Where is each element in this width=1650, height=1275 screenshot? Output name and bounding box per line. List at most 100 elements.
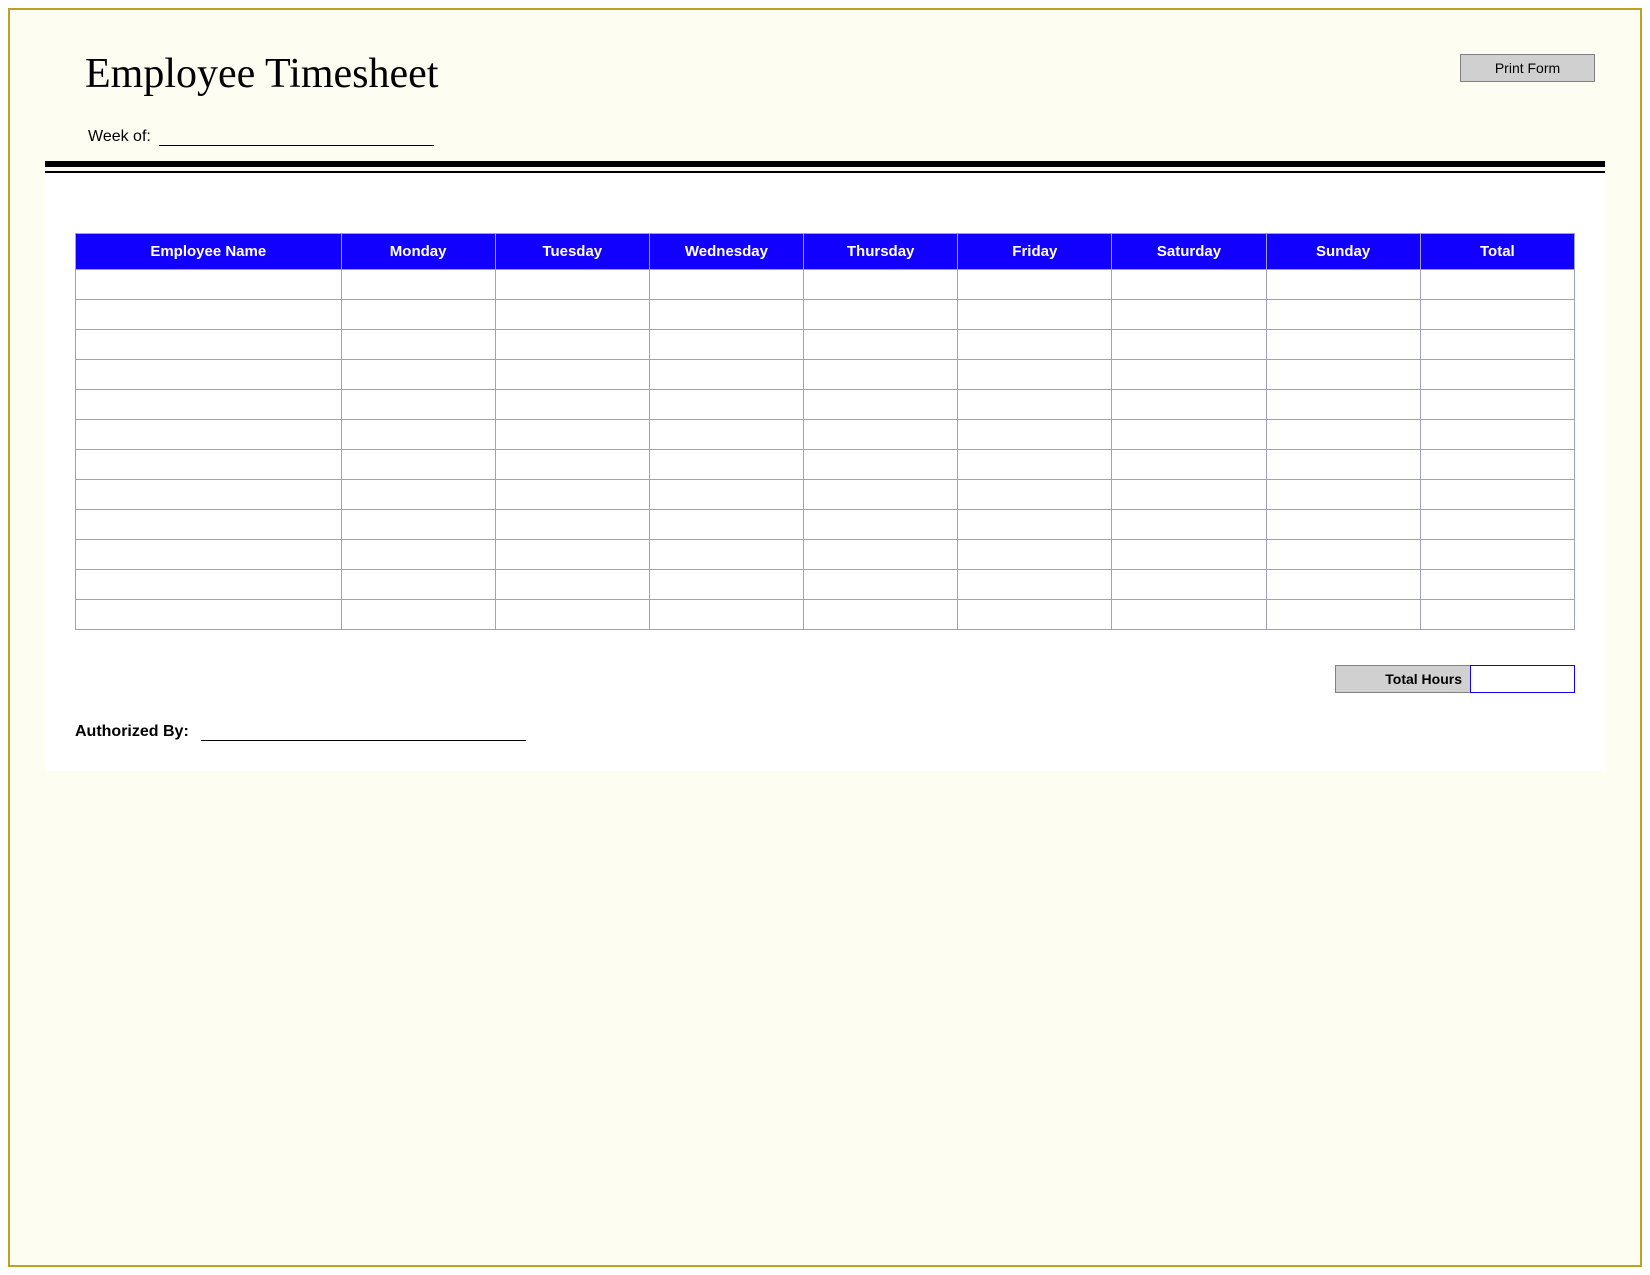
cell-monday[interactable] xyxy=(341,450,495,480)
cell-tuesday[interactable] xyxy=(495,450,649,480)
cell-friday[interactable] xyxy=(958,330,1112,360)
cell-thursday[interactable] xyxy=(804,270,958,300)
cell-wednesday[interactable] xyxy=(649,330,803,360)
cell-sunday[interactable] xyxy=(1266,510,1420,540)
cell-tuesday[interactable] xyxy=(495,390,649,420)
cell-friday[interactable] xyxy=(958,450,1112,480)
cell-name[interactable] xyxy=(76,480,342,510)
cell-thursday[interactable] xyxy=(804,330,958,360)
cell-saturday[interactable] xyxy=(1112,510,1266,540)
cell-wednesday[interactable] xyxy=(649,540,803,570)
cell-wednesday[interactable] xyxy=(649,420,803,450)
cell-wednesday[interactable] xyxy=(649,390,803,420)
cell-name[interactable] xyxy=(76,570,342,600)
cell-thursday[interactable] xyxy=(804,300,958,330)
cell-name[interactable] xyxy=(76,390,342,420)
cell-sunday[interactable] xyxy=(1266,600,1420,630)
cell-monday[interactable] xyxy=(341,480,495,510)
authorized-by-input-line[interactable] xyxy=(201,725,526,741)
total-hours-value[interactable] xyxy=(1470,665,1575,693)
cell-thursday[interactable] xyxy=(804,420,958,450)
cell-sunday[interactable] xyxy=(1266,540,1420,570)
cell-name[interactable] xyxy=(76,450,342,480)
cell-saturday[interactable] xyxy=(1112,420,1266,450)
cell-wednesday[interactable] xyxy=(649,270,803,300)
print-form-button[interactable]: Print Form xyxy=(1460,54,1595,82)
cell-thursday[interactable] xyxy=(804,450,958,480)
cell-thursday[interactable] xyxy=(804,600,958,630)
cell-sunday[interactable] xyxy=(1266,270,1420,300)
cell-tuesday[interactable] xyxy=(495,480,649,510)
cell-sunday[interactable] xyxy=(1266,570,1420,600)
cell-total[interactable] xyxy=(1420,480,1574,510)
cell-thursday[interactable] xyxy=(804,510,958,540)
cell-saturday[interactable] xyxy=(1112,540,1266,570)
cell-wednesday[interactable] xyxy=(649,600,803,630)
cell-thursday[interactable] xyxy=(804,480,958,510)
cell-wednesday[interactable] xyxy=(649,510,803,540)
cell-friday[interactable] xyxy=(958,300,1112,330)
cell-sunday[interactable] xyxy=(1266,420,1420,450)
cell-friday[interactable] xyxy=(958,360,1112,390)
cell-saturday[interactable] xyxy=(1112,330,1266,360)
cell-sunday[interactable] xyxy=(1266,450,1420,480)
cell-name[interactable] xyxy=(76,300,342,330)
cell-friday[interactable] xyxy=(958,510,1112,540)
cell-total[interactable] xyxy=(1420,300,1574,330)
cell-tuesday[interactable] xyxy=(495,270,649,300)
cell-name[interactable] xyxy=(76,270,342,300)
cell-total[interactable] xyxy=(1420,510,1574,540)
cell-total[interactable] xyxy=(1420,330,1574,360)
cell-tuesday[interactable] xyxy=(495,300,649,330)
cell-wednesday[interactable] xyxy=(649,300,803,330)
cell-wednesday[interactable] xyxy=(649,450,803,480)
cell-total[interactable] xyxy=(1420,600,1574,630)
cell-saturday[interactable] xyxy=(1112,300,1266,330)
cell-saturday[interactable] xyxy=(1112,390,1266,420)
cell-saturday[interactable] xyxy=(1112,450,1266,480)
cell-thursday[interactable] xyxy=(804,390,958,420)
cell-monday[interactable] xyxy=(341,420,495,450)
cell-tuesday[interactable] xyxy=(495,540,649,570)
cell-sunday[interactable] xyxy=(1266,390,1420,420)
cell-thursday[interactable] xyxy=(804,570,958,600)
cell-wednesday[interactable] xyxy=(649,570,803,600)
cell-wednesday[interactable] xyxy=(649,360,803,390)
cell-name[interactable] xyxy=(76,600,342,630)
cell-monday[interactable] xyxy=(341,300,495,330)
cell-monday[interactable] xyxy=(341,570,495,600)
cell-total[interactable] xyxy=(1420,270,1574,300)
cell-total[interactable] xyxy=(1420,450,1574,480)
cell-saturday[interactable] xyxy=(1112,360,1266,390)
cell-sunday[interactable] xyxy=(1266,480,1420,510)
cell-saturday[interactable] xyxy=(1112,480,1266,510)
cell-saturday[interactable] xyxy=(1112,270,1266,300)
cell-saturday[interactable] xyxy=(1112,570,1266,600)
cell-monday[interactable] xyxy=(341,600,495,630)
cell-wednesday[interactable] xyxy=(649,480,803,510)
cell-tuesday[interactable] xyxy=(495,420,649,450)
cell-tuesday[interactable] xyxy=(495,510,649,540)
cell-friday[interactable] xyxy=(958,390,1112,420)
cell-monday[interactable] xyxy=(341,510,495,540)
cell-friday[interactable] xyxy=(958,420,1112,450)
cell-friday[interactable] xyxy=(958,570,1112,600)
cell-sunday[interactable] xyxy=(1266,330,1420,360)
cell-friday[interactable] xyxy=(958,480,1112,510)
cell-total[interactable] xyxy=(1420,360,1574,390)
cell-name[interactable] xyxy=(76,510,342,540)
cell-total[interactable] xyxy=(1420,390,1574,420)
cell-monday[interactable] xyxy=(341,390,495,420)
cell-total[interactable] xyxy=(1420,420,1574,450)
cell-tuesday[interactable] xyxy=(495,360,649,390)
cell-friday[interactable] xyxy=(958,270,1112,300)
cell-total[interactable] xyxy=(1420,540,1574,570)
cell-monday[interactable] xyxy=(341,270,495,300)
cell-tuesday[interactable] xyxy=(495,330,649,360)
cell-tuesday[interactable] xyxy=(495,600,649,630)
cell-thursday[interactable] xyxy=(804,360,958,390)
cell-name[interactable] xyxy=(76,540,342,570)
cell-sunday[interactable] xyxy=(1266,300,1420,330)
cell-name[interactable] xyxy=(76,330,342,360)
cell-total[interactable] xyxy=(1420,570,1574,600)
